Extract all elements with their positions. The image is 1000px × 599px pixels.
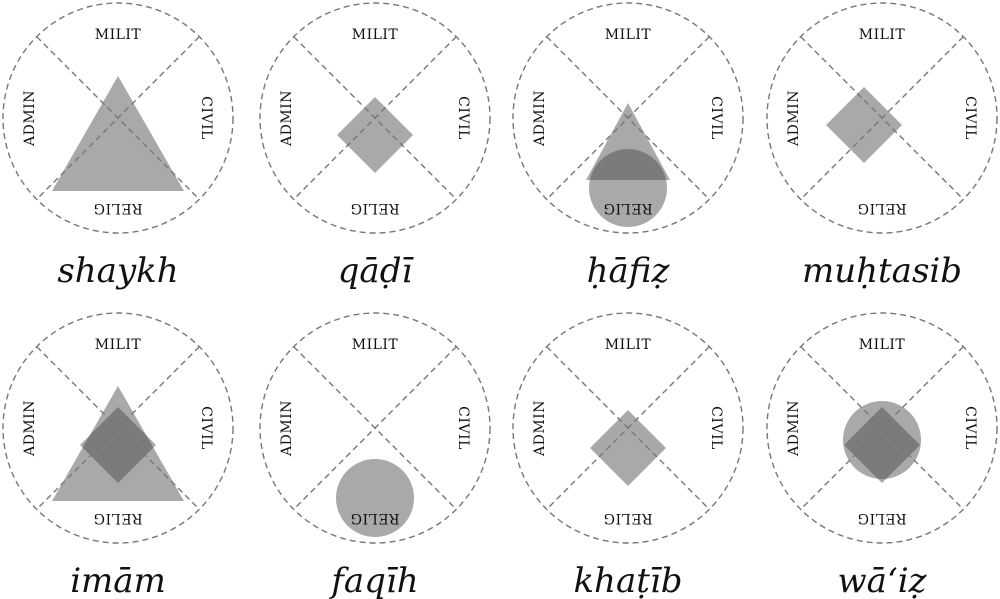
segment-label-relig: RELIG [857,200,906,216]
triangle-shape [52,76,184,191]
role-term-label: ḥāfiẓ [587,251,671,291]
segment-label-civil: CIVIL [708,406,724,450]
segment-label-civil: CIVIL [198,406,214,450]
segment-label-milit: MILIT [859,337,906,353]
segment-label-relig: RELIG [350,200,399,216]
role-term-label: wā‘iẓ [838,561,928,599]
role-term-label: shaykh [57,251,178,291]
segment-label-milit: MILIT [95,337,142,353]
role-diagram: MILIT CIVIL RELIG ADMIN muḥtasib [766,2,998,291]
diamond-shape [590,410,666,486]
role-diagram: MILIT CIVIL RELIG ADMIN imām [2,312,234,599]
segment-label-admin: ADMIN [786,400,802,457]
segment-label-relig: RELIG [93,200,142,216]
segment-label-relig: RELIG [93,510,142,526]
role-diagram: MILIT CIVIL RELIG ADMIN shaykh [2,2,234,291]
role-diagram: MILIT CIVIL RELIG ADMIN faqīh [259,312,491,599]
segment-label-milit: MILIT [352,337,399,353]
role-diagram: MILIT CIVIL RELIG ADMIN khaṭīb [512,312,744,599]
role-term-label: khaṭīb [573,561,682,599]
segment-label-relig: RELIG [857,510,906,526]
segment-label-milit: MILIT [352,27,399,43]
role-term-label: qāḍī [338,251,415,291]
segment-label-relig: RELIG [350,510,399,526]
segment-label-admin: ADMIN [532,90,548,147]
segment-label-milit: MILIT [859,27,906,43]
segment-label-milit: MILIT [605,337,652,353]
segment-label-civil: CIVIL [455,406,471,450]
diamond-shape [337,97,413,173]
role-diagram: MILIT CIVIL RELIG ADMIN ḥāfiẓ [512,2,744,291]
segment-label-admin: ADMIN [532,400,548,457]
segment-label-admin: ADMIN [279,400,295,457]
segment-label-admin: ADMIN [279,90,295,147]
diamond-shape [826,87,902,163]
segment-label-civil: CIVIL [198,96,214,140]
segment-label-civil: CIVIL [962,406,978,450]
segment-label-civil: CIVIL [708,96,724,140]
segment-label-admin: ADMIN [22,90,38,147]
segment-label-relig: RELIG [603,200,652,216]
segment-label-civil: CIVIL [962,96,978,140]
role-term-label: faqīh [328,561,418,599]
role-diagram: MILIT CIVIL RELIG ADMIN wā‘iẓ [766,312,998,599]
role-term-label: muḥtasib [802,251,962,291]
segment-label-relig: RELIG [603,510,652,526]
segment-label-milit: MILIT [95,27,142,43]
segment-label-civil: CIVIL [455,96,471,140]
segment-label-admin: ADMIN [786,90,802,147]
segment-label-admin: ADMIN [22,400,38,457]
role-diagram: MILIT CIVIL RELIG ADMIN qāḍī [259,2,491,291]
role-term-label: imām [70,561,166,599]
segment-label-milit: MILIT [605,27,652,43]
role-diagram-grid: MILIT CIVIL RELIG ADMIN shaykh MILIT CIVIL RELI… [2,2,998,599]
